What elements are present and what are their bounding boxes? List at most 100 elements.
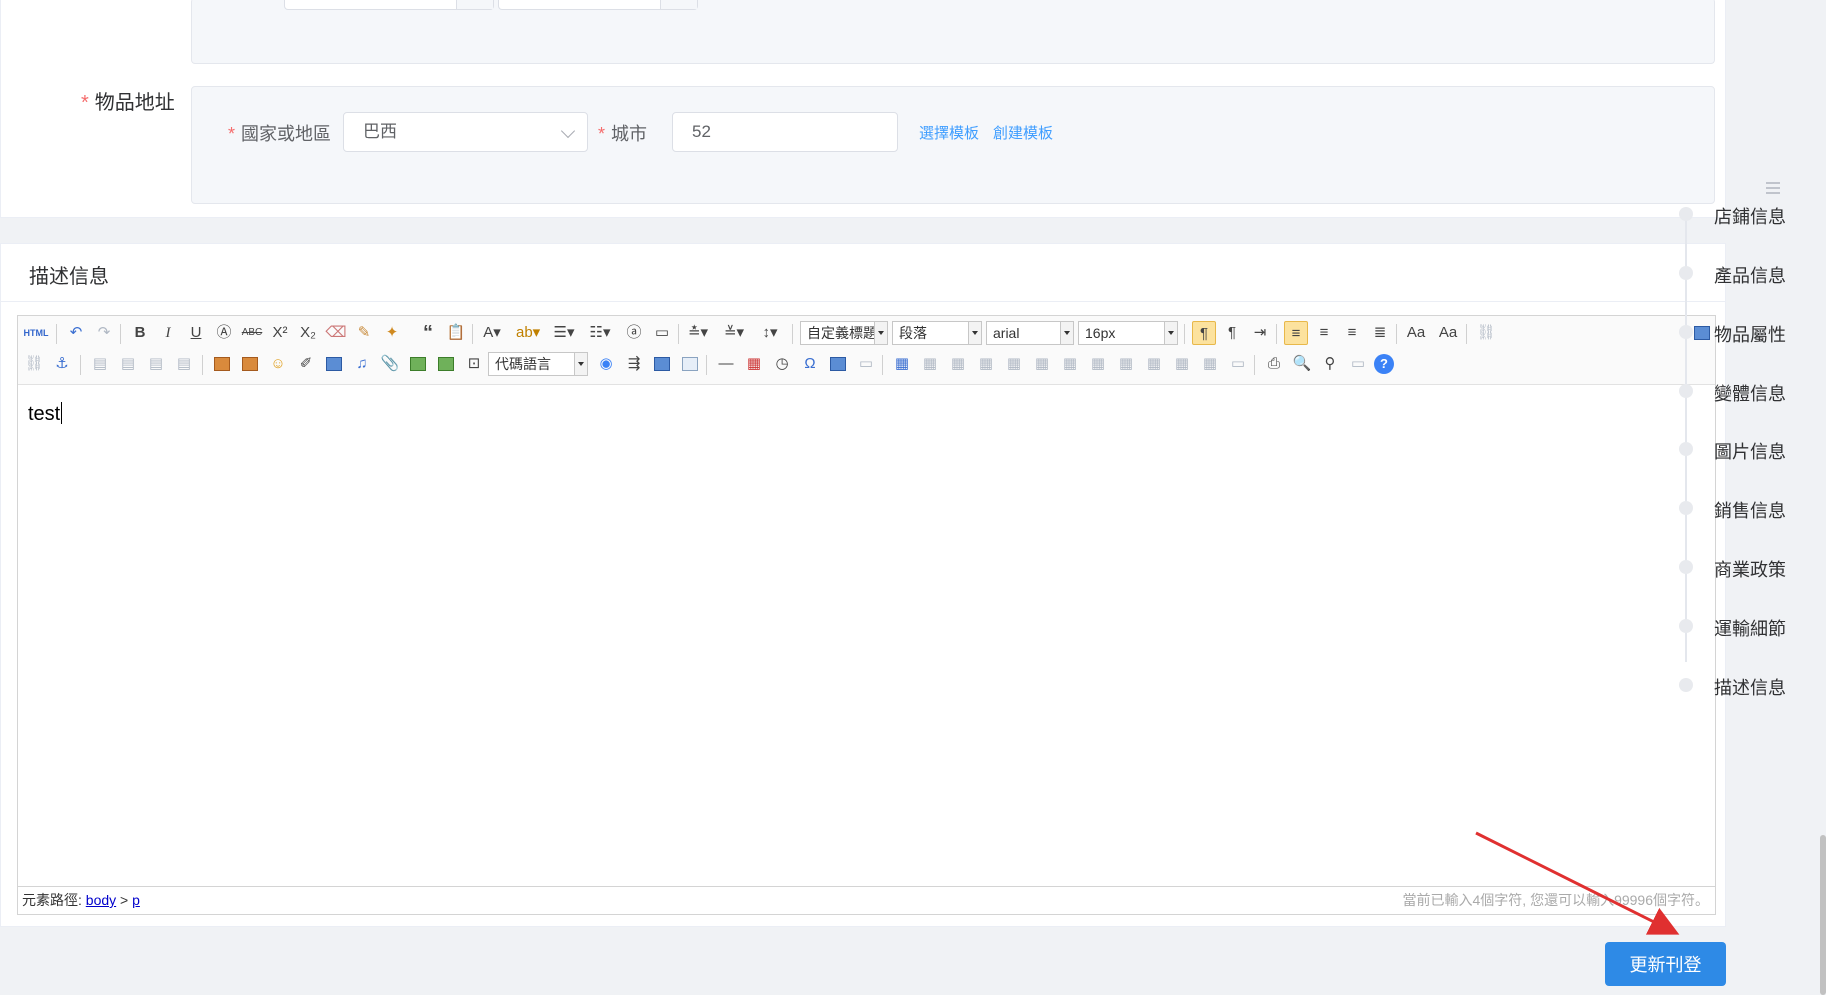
paragraph-select[interactable]: 段落 xyxy=(892,321,982,345)
create-template-link[interactable]: 創建模板 xyxy=(993,122,1053,143)
date-icon[interactable]: ▦ xyxy=(742,352,766,376)
ordered-list-icon[interactable]: ☰▾ xyxy=(552,321,576,345)
justify-icon[interactable]: ≣ xyxy=(1368,321,1392,345)
font-family-select[interactable]: arial xyxy=(986,321,1074,345)
background-icon[interactable] xyxy=(678,352,702,376)
edit-tip-icon[interactable]: ▭ xyxy=(854,352,878,376)
link-icon[interactable]: ⛓ xyxy=(1474,321,1498,345)
align-left-icon[interactable]: ≡ xyxy=(1284,321,1308,345)
anchor-link[interactable]: 圖片信息 xyxy=(1714,438,1786,464)
bold-icon[interactable]: B xyxy=(128,321,152,345)
uppercase-icon[interactable]: Aa xyxy=(1404,321,1428,345)
format-brush-icon[interactable]: ✎ xyxy=(352,321,376,345)
code-language-select[interactable]: 代碼語言 xyxy=(488,352,588,376)
image-right-icon[interactable]: ▤ xyxy=(144,352,168,376)
auto-typeset-icon[interactable]: ✦ xyxy=(380,321,404,345)
select-template-link[interactable]: 選擇模板 xyxy=(919,122,979,143)
special-chars-icon[interactable]: Ω xyxy=(798,352,822,376)
scroll-thumb[interactable] xyxy=(1820,835,1826,995)
music-icon[interactable]: ♫ xyxy=(350,352,374,376)
editor-content[interactable]: test xyxy=(28,402,63,426)
webapp-icon[interactable]: ◉ xyxy=(594,352,618,376)
split-rows-icon[interactable]: ▦ xyxy=(1142,352,1166,376)
align-right-icon[interactable]: ≡ xyxy=(1340,321,1364,345)
merge-down-icon[interactable]: ▦ xyxy=(1086,352,1110,376)
delete-table-icon[interactable]: ▦ xyxy=(1198,352,1222,376)
scrawl-icon[interactable]: ✐ xyxy=(294,352,318,376)
anchor-link[interactable]: 運輸細節 xyxy=(1714,615,1786,641)
redo-icon[interactable]: ↷ xyxy=(92,321,116,345)
map-icon[interactable] xyxy=(406,352,430,376)
insert-table-icon[interactable]: ▦ xyxy=(890,352,914,376)
menu-icon[interactable] xyxy=(1766,182,1780,197)
custom-title-select[interactable]: 自定義標題 xyxy=(800,321,888,345)
anchor-link[interactable]: 商業政策 xyxy=(1714,556,1786,582)
highlight-icon[interactable]: ab▾ xyxy=(516,321,540,345)
weight-input-2[interactable] xyxy=(498,0,698,10)
pagebreak-icon[interactable]: ⇶ xyxy=(622,352,646,376)
insert-col-icon[interactable]: ▦ xyxy=(974,352,998,376)
clear-doc-icon[interactable]: ▭ xyxy=(650,321,674,345)
path-body-link[interactable]: body xyxy=(86,892,116,908)
emotion-icon[interactable]: ☺ xyxy=(266,352,290,376)
city-input[interactable]: 52 xyxy=(672,112,898,152)
eraser-icon[interactable]: ⌫ xyxy=(324,321,348,345)
rich-text-editor[interactable]: HTML ↶ ↷ B I U Ⓐ ABC X² X₂ ⌫ ✎ ✦ “ 📋 A▾ … xyxy=(17,315,1716,915)
undo-icon[interactable]: ↶ xyxy=(64,321,88,345)
gmap-icon[interactable] xyxy=(434,352,458,376)
anchor-link[interactable]: 店鋪信息 xyxy=(1714,203,1786,229)
lowercase-icon[interactable]: Aa xyxy=(1436,321,1460,345)
attachment-icon[interactable]: 📎 xyxy=(378,352,402,376)
insert-row-icon[interactable]: ▦ xyxy=(918,352,942,376)
font-border-icon[interactable]: Ⓐ xyxy=(212,321,236,345)
word-image-icon[interactable] xyxy=(826,352,850,376)
insert-frame-icon[interactable]: ⊡ xyxy=(462,352,486,376)
insert-video-icon[interactable] xyxy=(322,352,346,376)
strikethrough-icon[interactable]: ABC xyxy=(240,321,264,345)
merge-right-icon[interactable]: ▦ xyxy=(1058,352,1082,376)
image-left-icon[interactable]: ▤ xyxy=(116,352,140,376)
path-p-link[interactable]: p xyxy=(132,892,140,908)
chart-icon[interactable]: ▭ xyxy=(1226,352,1250,376)
fullscreen-icon[interactable] xyxy=(1690,321,1714,345)
anchor-link[interactable]: 描述信息 xyxy=(1714,674,1786,700)
template-icon[interactable] xyxy=(650,352,674,376)
anchor-link[interactable]: 物品屬性 xyxy=(1714,321,1786,347)
image-center-icon[interactable]: ▤ xyxy=(172,352,196,376)
unordered-list-icon[interactable]: ☷▾ xyxy=(588,321,612,345)
anchor-icon[interactable]: ⚓ xyxy=(50,352,74,376)
image-none-icon[interactable]: ▤ xyxy=(88,352,112,376)
horizontal-rule-icon[interactable]: — xyxy=(714,352,738,376)
anchor-link[interactable]: 產品信息 xyxy=(1714,262,1786,288)
font-size-select[interactable]: 16px xyxy=(1078,321,1178,345)
anchor-link[interactable]: 變體信息 xyxy=(1714,380,1786,406)
anchor-link[interactable]: 銷售信息 xyxy=(1714,497,1786,523)
delete-col-icon[interactable]: ▦ xyxy=(1002,352,1026,376)
search-replace-icon[interactable]: ⚲ xyxy=(1318,352,1342,376)
split-cells-icon[interactable]: ▦ xyxy=(1114,352,1138,376)
help-icon[interactable]: ? xyxy=(1374,354,1394,374)
underline-icon[interactable]: U xyxy=(184,321,208,345)
blockquote-icon[interactable]: “ xyxy=(416,321,440,345)
html-source-button[interactable]: HTML xyxy=(22,321,50,345)
split-cols-icon[interactable]: ▦ xyxy=(1170,352,1194,376)
row-spacing-bottom-icon[interactable]: ≚▾ xyxy=(722,321,746,345)
row-spacing-top-icon[interactable]: ≛▾ xyxy=(686,321,710,345)
font-color-icon[interactable]: A▾ xyxy=(480,321,504,345)
align-center-icon[interactable]: ≡ xyxy=(1312,321,1336,345)
simple-upload-icon[interactable] xyxy=(210,352,234,376)
subscript-icon[interactable]: X₂ xyxy=(296,321,320,345)
insert-image-icon[interactable] xyxy=(238,352,262,376)
update-listing-button[interactable]: 更新刊登 xyxy=(1605,942,1726,986)
indent-icon[interactable]: ⇥ xyxy=(1248,321,1272,345)
rtl-icon[interactable]: ¶ xyxy=(1220,321,1244,345)
country-select[interactable]: 巴西 xyxy=(343,112,588,152)
ltr-icon[interactable]: ¶ xyxy=(1192,321,1216,345)
time-icon[interactable]: ◷ xyxy=(770,352,794,376)
delete-row-icon[interactable]: ▦ xyxy=(946,352,970,376)
unlink-icon[interactable]: ⛓ xyxy=(22,352,46,376)
drafts-icon[interactable]: ▭ xyxy=(1346,352,1370,376)
line-height-icon[interactable]: ↕▾ xyxy=(758,321,782,345)
superscript-icon[interactable]: X² xyxy=(268,321,292,345)
select-all-icon[interactable]: ⓐ xyxy=(622,321,646,345)
